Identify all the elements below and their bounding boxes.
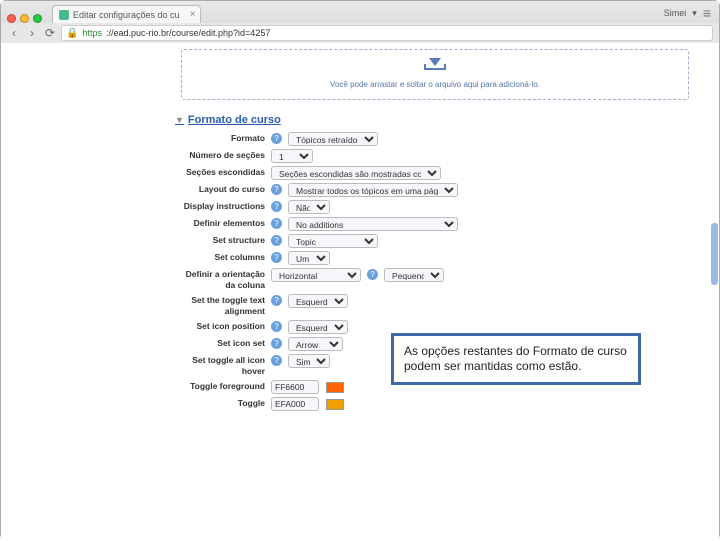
label-toggle-alignment: Set the toggle text alignment: [181, 294, 265, 317]
label-toggle-foreground: Toggle foreground: [181, 380, 265, 392]
help-icon[interactable]: ?: [271, 235, 282, 246]
swatch-toggle-foreground[interactable]: [326, 382, 344, 393]
help-icon[interactable]: ?: [271, 184, 282, 195]
browser-chrome: Editar configurações do cu × Simei ▾ ≡ ‹…: [1, 1, 719, 43]
row-secoes-escondidas: Seções escondidas Seções escondidas são …: [181, 166, 689, 180]
tab-bar: Editar configurações do cu × Simei ▾ ≡: [1, 1, 719, 23]
select-icon-position[interactable]: Esquerda: [288, 320, 348, 334]
minimize-window-icon[interactable]: [20, 14, 29, 23]
input-toggle-foreground[interactable]: [271, 380, 319, 394]
forward-button[interactable]: ›: [25, 26, 39, 40]
input-toggle-background[interactable]: [271, 397, 319, 411]
select-icon-set[interactable]: Arrow: [288, 337, 343, 351]
label-numero-secoes: Número de seções: [181, 149, 265, 161]
reload-button[interactable]: ⟳: [43, 26, 57, 40]
chrome-right: Simei ▾ ≡: [664, 5, 711, 21]
label-icon-position: Set icon position: [181, 320, 265, 332]
row-icon-position: Set icon position ? Esquerda: [181, 320, 689, 334]
row-set-structure: Set structure ? Topic: [181, 234, 689, 248]
select-numero-secoes[interactable]: 1: [271, 149, 313, 163]
menu-icon[interactable]: ≡: [703, 5, 711, 21]
select-toggle-all-hover[interactable]: Sim: [288, 354, 330, 368]
help-icon[interactable]: ?: [271, 295, 282, 306]
select-definir-elementos[interactable]: No additions: [288, 217, 458, 231]
select-set-structure[interactable]: Topic: [288, 234, 378, 248]
toolbar: ‹ › ⟳ 🔒 https ://ead.puc-rio.br/course/e…: [1, 23, 719, 43]
help-icon[interactable]: ?: [271, 201, 282, 212]
swatch-toggle-background[interactable]: [326, 399, 344, 410]
label-secoes-escondidas: Seções escondidas: [181, 166, 265, 178]
row-layout-curso: Layout do curso ? Mostrar todos os tópic…: [181, 183, 689, 197]
download-arrow-icon: [424, 58, 446, 76]
row-definir-orientacao: Definir a orientação da coluna Horizonta…: [181, 268, 689, 291]
select-formato[interactable]: Tópicos retraídos: [288, 132, 378, 146]
section-header-formato[interactable]: ▼ Formato de curso: [175, 114, 689, 126]
tab-close-icon[interactable]: ×: [190, 9, 196, 20]
row-definir-elementos: Definir elementos ? No additions: [181, 217, 689, 231]
label-definir-elementos: Definir elementos: [181, 217, 265, 229]
caret-down-icon: ▼: [175, 115, 184, 125]
tab-title: Editar configurações do cu: [73, 10, 180, 20]
favicon-icon: [59, 10, 69, 20]
help-icon[interactable]: ?: [271, 218, 282, 229]
back-button[interactable]: ‹: [7, 26, 21, 40]
help-icon[interactable]: ?: [367, 269, 378, 280]
row-toggle-alignment: Set the toggle text alignment ? Esquerda: [181, 294, 689, 317]
browser-tab[interactable]: Editar configurações do cu ×: [52, 5, 201, 23]
chevron-down-icon[interactable]: ▾: [692, 8, 697, 19]
label-formato: Formato: [181, 132, 265, 144]
select-set-columns[interactable]: Um: [288, 251, 330, 265]
select-display-instructions[interactable]: Não: [288, 200, 330, 214]
select-definir-orientacao[interactable]: Horizontal: [271, 268, 361, 282]
label-toggle-all-hover: Set toggle all icon hover: [181, 354, 265, 377]
help-icon[interactable]: ?: [271, 321, 282, 332]
lock-icon: 🔒: [66, 28, 78, 39]
label-toggle-background: Toggle: [181, 397, 265, 409]
close-window-icon[interactable]: [7, 14, 16, 23]
annotation-text: As opções restantes do Formato de curso …: [404, 344, 627, 373]
section-title-text: Formato de curso: [188, 114, 281, 126]
file-dropzone[interactable]: Você pode arrastar e soltar o arquivo aq…: [181, 49, 689, 100]
help-icon[interactable]: ?: [271, 133, 282, 144]
label-set-columns: Set columns: [181, 251, 265, 263]
row-numero-secoes: Número de seções 1: [181, 149, 689, 163]
row-set-columns: Set columns ? Um: [181, 251, 689, 265]
help-icon[interactable]: ?: [271, 355, 282, 366]
label-definir-orientacao: Definir a orientação da coluna: [181, 268, 265, 291]
select-secoes-escondidas[interactable]: Seções escondidas são mostradas contraíd…: [271, 166, 441, 180]
help-icon[interactable]: ?: [271, 252, 282, 263]
row-toggle-background: Toggle: [181, 397, 689, 411]
annotation-callout: As opções restantes do Formato de curso …: [391, 333, 641, 385]
label-icon-set: Set icon set: [181, 337, 265, 349]
label-set-structure: Set structure: [181, 234, 265, 246]
select-layout-curso[interactable]: Mostrar todos os tópicos em uma página: [288, 183, 458, 197]
row-display-instructions: Display instructions ? Não: [181, 200, 689, 214]
url-text: ://ead.puc-rio.br/course/edit.php?id=425…: [106, 28, 270, 38]
zoom-window-icon[interactable]: [33, 14, 42, 23]
select-toggle-alignment[interactable]: Esquerda: [288, 294, 348, 308]
window-controls: [7, 14, 42, 23]
url-scheme: https: [82, 28, 102, 38]
row-formato: Formato ? Tópicos retraídos: [181, 132, 689, 146]
label-display-instructions: Display instructions: [181, 200, 265, 212]
viewport: Você pode arrastar e soltar o arquivo aq…: [1, 43, 719, 541]
help-icon[interactable]: ?: [271, 338, 282, 349]
select-aux1[interactable]: Pequeno: [384, 268, 444, 282]
profile-label: Simei: [664, 8, 687, 18]
dropzone-text: Você pode arrastar e soltar o arquivo aq…: [192, 80, 678, 89]
scrollbar-thumb[interactable]: [711, 223, 718, 285]
address-bar[interactable]: 🔒 https ://ead.puc-rio.br/course/edit.ph…: [61, 25, 713, 41]
label-layout-curso: Layout do curso: [181, 183, 265, 195]
